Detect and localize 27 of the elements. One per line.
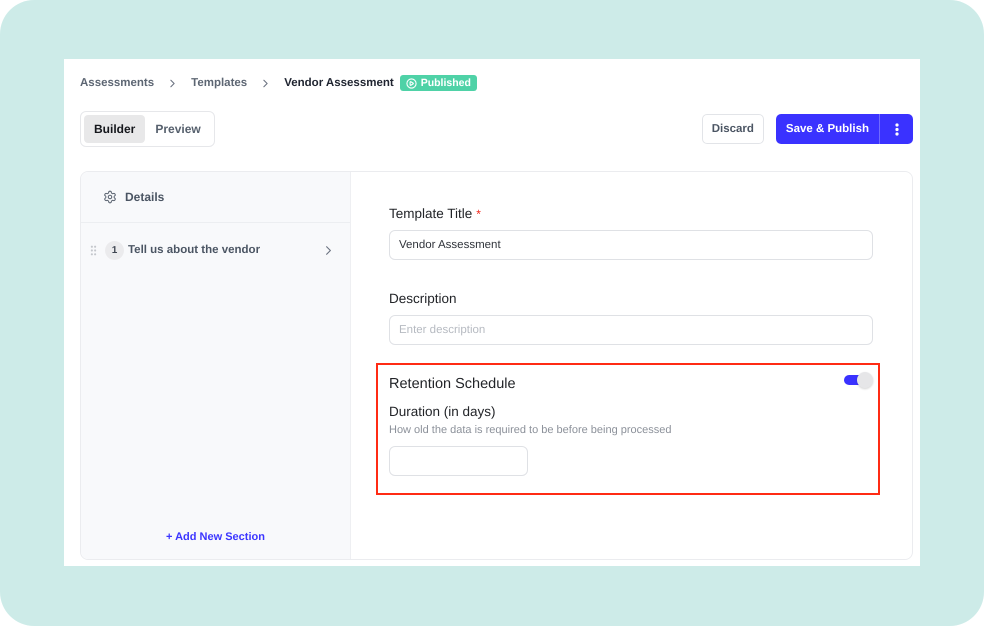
page-title: Vendor Assessment xyxy=(284,77,394,89)
more-options-button[interactable] xyxy=(879,114,913,144)
settings-icon xyxy=(103,190,117,204)
more-icon xyxy=(894,122,898,136)
help-text: How old the data is required to be before being processed xyxy=(389,423,673,437)
discard-button[interactable]: Discard xyxy=(702,114,764,144)
section-heading: Retention Schedule xyxy=(389,375,516,393)
play-circle-icon xyxy=(406,78,417,88)
description-input[interactable]: Enter description xyxy=(389,315,873,345)
section-title: Tell us about the vendor xyxy=(128,244,262,256)
field-label: Description xyxy=(389,291,458,307)
breadcrumb-link[interactable]: Assessments xyxy=(80,77,154,89)
view-tab[interactable]: Preview xyxy=(145,115,211,143)
field-label: Template Title xyxy=(389,206,472,221)
add-section-link[interactable]: + Add New Section xyxy=(166,531,265,543)
duration-input[interactable] xyxy=(389,446,528,476)
breadcrumb-link[interactable]: Templates xyxy=(191,77,248,89)
field-label: Duration (in days) xyxy=(389,404,497,420)
view-tab[interactable]: Builder xyxy=(84,115,146,143)
required-mark: * xyxy=(476,207,481,221)
title-input[interactable]: Vendor Assessment xyxy=(389,230,873,260)
save-publish-button[interactable]: Save & Publish xyxy=(776,114,879,144)
details-item[interactable]: Details xyxy=(81,172,350,223)
toggle-switch[interactable] xyxy=(844,372,873,388)
section-item[interactable]: 1 Tell us about the vendor xyxy=(81,235,350,265)
status-badge: Published xyxy=(400,75,477,91)
section-number: 1 xyxy=(105,240,124,260)
